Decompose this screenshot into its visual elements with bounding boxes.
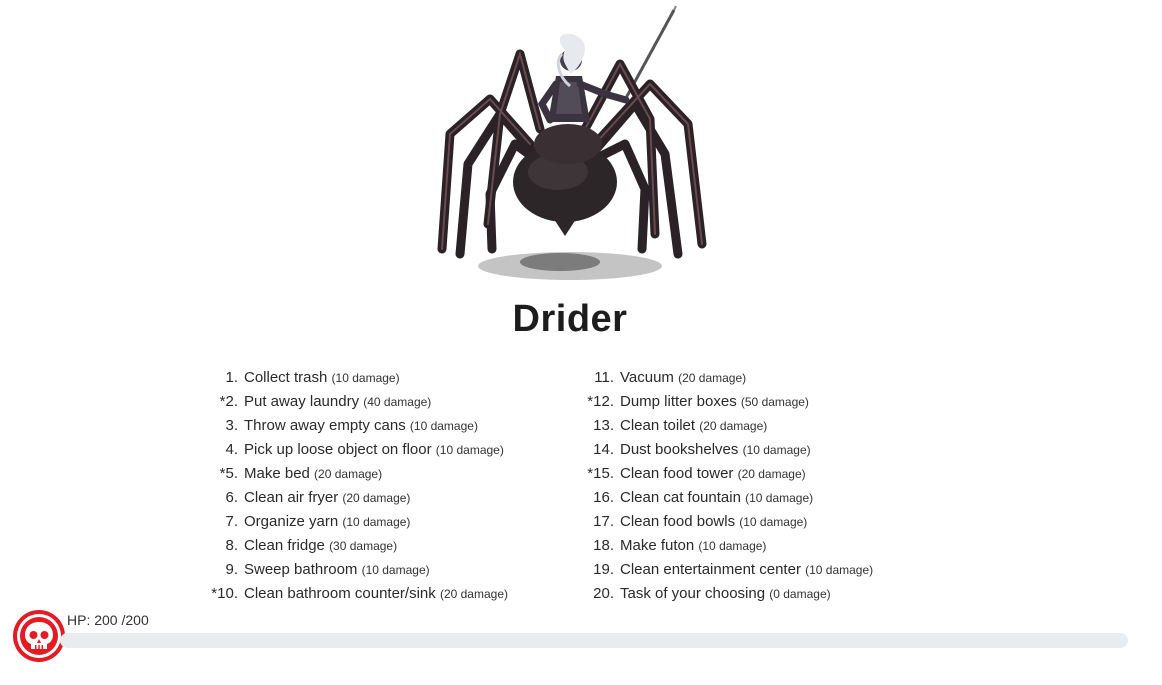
task-number: 18. <box>593 537 614 554</box>
task-damage: (20 damage) <box>678 371 747 385</box>
task-item: *5. Make bed (20 damage) <box>196 462 576 486</box>
hp-bar <box>60 633 1128 648</box>
monster-name: Drider <box>512 298 628 340</box>
task-damage: (10 damage) <box>331 371 400 385</box>
task-label: Throw away empty cans <box>244 417 406 434</box>
task-damage: (10 damage) <box>745 491 814 505</box>
task-item: 13. Clean toilet (20 damage) <box>572 414 972 438</box>
task-number: *15. <box>587 465 614 482</box>
task-item: 1. Collect trash (10 damage) <box>196 366 576 390</box>
task-damage: (20 damage) <box>342 491 411 505</box>
task-label: Clean entertainment center <box>620 561 801 578</box>
task-item: 18. Make futon (10 damage) <box>572 534 972 558</box>
task-item: 4. Pick up loose object on floor (10 dama… <box>196 438 576 462</box>
task-damage: (10 damage) <box>409 419 478 433</box>
task-label: Clean food tower <box>620 465 734 482</box>
task-label: Dump litter boxes <box>620 393 737 410</box>
task-label: Collect trash <box>244 369 328 386</box>
task-damage: (10 damage) <box>435 443 504 457</box>
task-number: 1. <box>225 369 238 386</box>
task-damage: (50 damage) <box>740 395 809 409</box>
task-label: Dust bookshelves <box>620 441 739 458</box>
task-list-right: 11. Vacuum (20 damage) *12. Dump litter box… <box>572 366 972 606</box>
task-item: 16. Clean cat fountain (10 damage) <box>572 486 972 510</box>
task-label: Sweep bathroom <box>244 561 358 578</box>
task-damage: (10 damage) <box>805 563 874 577</box>
task-label: Clean bathroom counter/sink <box>244 585 436 602</box>
task-damage: (20 damage) <box>699 419 768 433</box>
task-label: Clean cat fountain <box>620 489 741 506</box>
task-damage: (10 damage) <box>742 443 811 457</box>
task-item: 14. Dust bookshelves (10 damage) <box>572 438 972 462</box>
task-number: *2. <box>219 393 238 410</box>
task-label: Clean toilet <box>620 417 696 434</box>
task-damage: (10 damage) <box>698 539 767 553</box>
task-label: Clean air fryer <box>244 489 339 506</box>
boss-battle-page: Drider 1. Collect trash (10 damage) *2. Put… <box>0 0 1162 685</box>
skull-icon <box>13 610 65 662</box>
task-item: *10. Clean bathroom counter/sink (20 dama… <box>196 582 576 606</box>
task-item: 8. Clean fridge (30 damage) <box>196 534 576 558</box>
task-item: 7. Organize yarn (10 damage) <box>196 510 576 534</box>
task-label: Put away laundry <box>244 393 360 410</box>
task-damage: (10 damage) <box>361 563 430 577</box>
task-label: Make futon <box>620 537 695 554</box>
task-damage: (10 damage) <box>739 515 808 529</box>
task-label: Pick up loose object on floor <box>244 441 432 458</box>
task-item: 6. Clean air fryer (20 damage) <box>196 486 576 510</box>
task-damage: (30 damage) <box>329 539 398 553</box>
task-item: 20. Task of your choosing (0 damage) <box>572 582 972 606</box>
task-number: 19. <box>593 561 614 578</box>
drider-illustration <box>437 5 707 280</box>
task-item: 17. Clean food bowls (10 damage) <box>572 510 972 534</box>
task-number: *10. <box>211 585 238 602</box>
task-number: 14. <box>593 441 614 458</box>
task-number: 11. <box>594 369 614 386</box>
task-list-left: 1. Collect trash (10 damage) *2. Put away l… <box>196 366 576 606</box>
task-number: 16. <box>593 489 614 506</box>
task-damage: (20 damage) <box>439 587 508 601</box>
task-number: 20. <box>593 585 614 602</box>
task-number: *5. <box>219 465 238 482</box>
task-label: Clean food bowls <box>620 513 736 530</box>
task-item: *12. Dump litter boxes (50 damage) <box>572 390 972 414</box>
hp-bar-fill <box>60 633 1128 648</box>
task-label: Clean fridge <box>244 537 325 554</box>
task-damage: (20 damage) <box>314 467 383 481</box>
task-number: 9. <box>225 561 238 578</box>
task-damage: (0 damage) <box>769 587 831 601</box>
task-number: *12. <box>587 393 614 410</box>
task-damage: (10 damage) <box>342 515 411 529</box>
task-number: 6. <box>225 489 238 506</box>
task-item: 11. Vacuum (20 damage) <box>572 366 972 390</box>
task-item: 9. Sweep bathroom (10 damage) <box>196 558 576 582</box>
task-label: Vacuum <box>620 369 674 386</box>
task-damage: (20 damage) <box>737 467 806 481</box>
task-number: 4. <box>225 441 238 458</box>
task-label: Make bed <box>244 465 310 482</box>
task-number: 8. <box>225 537 238 554</box>
task-number: 13. <box>593 417 614 434</box>
task-label: Task of your choosing <box>620 585 766 602</box>
task-damage: (40 damage) <box>363 395 432 409</box>
task-label: Organize yarn <box>244 513 339 530</box>
task-item: *2. Put away laundry (40 damage) <box>196 390 576 414</box>
task-item: *15. Clean food tower (20 damage) <box>572 462 972 486</box>
task-number: 7. <box>225 513 238 530</box>
hp-label: HP: 200 /200 <box>67 612 149 628</box>
task-item: 3. Throw away empty cans (10 damage) <box>196 414 576 438</box>
task-item: 19. Clean entertainment center (10 damage… <box>572 558 972 582</box>
task-number: 3. <box>225 417 238 434</box>
task-number: 17. <box>593 513 614 530</box>
